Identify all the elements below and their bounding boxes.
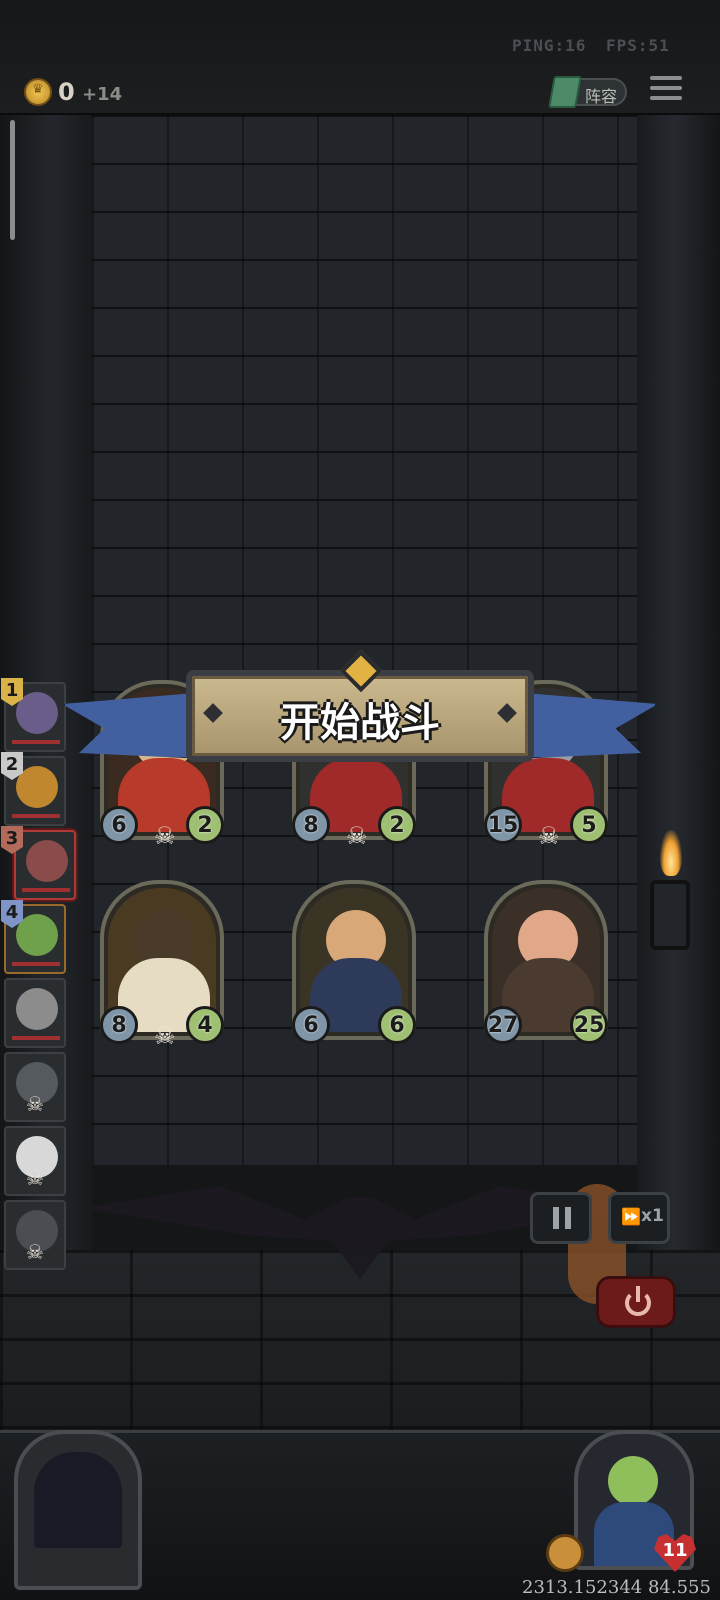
skull-icon: ☠ [26,1092,44,1116]
health-stat: 6 [378,1006,416,1044]
attack-stat: 15 [484,806,522,844]
pause-button[interactable] [530,1192,592,1244]
sidebar-slot-7[interactable]: ☠ [4,1126,66,1196]
torch-bracket [650,880,690,950]
health-bar [12,814,60,818]
unit-portrait [26,840,68,882]
hero-power-icon[interactable] [546,1534,584,1572]
ping-readout: PING:16 [512,36,587,55]
debug-id-text: 2313.152344 84.555 [522,1577,711,1598]
sidebar-slot-5[interactable] [4,978,66,1048]
skull-icon: ☠ [154,822,176,850]
crown-coin-icon [24,78,52,106]
pause-icon [553,1207,571,1229]
skull-icon: ☠ [346,822,368,850]
unit-card[interactable]: 6 6 [292,880,416,1044]
health-stat: 2 [186,806,224,844]
skull-icon: ☠ [26,1240,44,1264]
attack-stat: 6 [292,1006,330,1044]
skull-icon: ☠ [538,822,560,850]
speed-button[interactable]: ⏩ x1 [608,1192,670,1244]
health-stat: 25 [570,1006,608,1044]
sidebar-slot-3[interactable] [14,830,76,900]
torch-flame-icon [660,830,682,876]
speed-label: x1 [641,1206,664,1226]
unit-card[interactable]: 27 25 [484,880,608,1044]
unit-card[interactable]: 8 ☠ 4 [100,880,224,1050]
lineup-button[interactable]: 阵容 [548,76,627,108]
health-bar [12,1036,60,1040]
gold-amount: 0 [58,78,75,106]
fast-forward-icon: ⏩ [621,1207,641,1226]
health-bar [12,740,60,744]
sidebar-slot-6[interactable]: ☠ [4,1052,66,1122]
banner-title: 开始战斗 [280,700,440,746]
health-stat: 5 [570,806,608,844]
attack-stat: 6 [100,806,138,844]
attack-stat: 8 [292,806,330,844]
hero-portrait [608,1456,658,1506]
health-stat: 4 [186,1006,224,1044]
hero-health: 11 [662,1540,688,1561]
book-icon [548,76,582,108]
lineup-label: 阵容 [585,87,618,106]
health-bar [22,888,70,892]
shop-scene [34,1452,122,1548]
sidebar-slot-8[interactable]: ☠ [4,1200,66,1270]
attack-stat: 27 [484,1006,522,1044]
menu-icon[interactable] [650,76,682,104]
health-bar [12,962,60,966]
attack-stat: 8 [100,1006,138,1044]
fps-readout: FPS:51 [606,36,670,55]
health-stat: 2 [378,806,416,844]
unit-portrait [16,988,58,1030]
power-icon [625,1286,651,1316]
skull-icon: ☠ [154,1022,176,1050]
shop-portrait-frame[interactable] [14,1430,142,1590]
skull-icon: ☠ [26,1166,44,1190]
power-button[interactable] [596,1276,676,1328]
gold-income: +14 [82,84,123,105]
scroll-indicator[interactable] [10,120,15,240]
right-pillar [637,115,720,1265]
